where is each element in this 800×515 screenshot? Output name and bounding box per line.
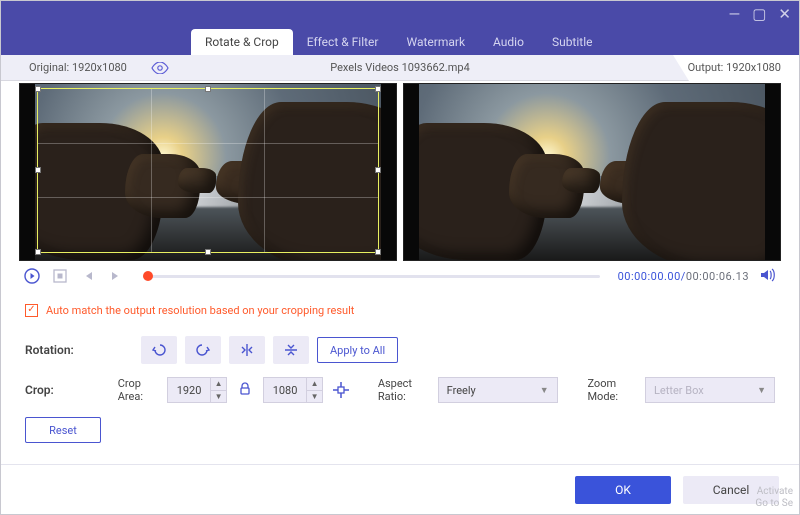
transport-bar: 00:00:00.00/00:00:06.13 — [1, 261, 799, 291]
playback-track[interactable] — [143, 275, 600, 278]
crop-handle[interactable] — [35, 86, 41, 92]
crop-handle[interactable] — [35, 249, 41, 255]
flip-horizontal-button[interactable] — [229, 336, 265, 364]
crop-selection[interactable] — [37, 88, 379, 253]
automatch-checkbox[interactable]: ✓ — [25, 304, 38, 317]
tab-audio[interactable]: Audio — [479, 29, 538, 55]
tab-subtitle[interactable]: Subtitle — [538, 29, 607, 55]
flip-vertical-button[interactable] — [273, 336, 309, 364]
crop-height-stepper[interactable]: ▲▼ — [263, 377, 323, 403]
spin-down-icon[interactable]: ▼ — [307, 391, 322, 403]
window-close-button[interactable]: ✕ — [778, 7, 791, 22]
crop-handle[interactable] — [375, 249, 381, 255]
time-current: 00:00:00.00 — [618, 270, 681, 283]
original-label: Original: — [29, 61, 69, 74]
aspect-ratio-label: Aspect Ratio: — [378, 377, 428, 403]
filename-label: Pexels Videos 1093662.mp4 — [330, 61, 470, 74]
original-resolution: 1920x1080 — [72, 61, 127, 74]
rotate-left-button[interactable] — [141, 336, 177, 364]
tab-watermark[interactable]: Watermark — [392, 29, 479, 55]
controls-panel: ✓ Auto match the output resolution based… — [1, 291, 799, 445]
spin-up-icon[interactable]: ▲ — [307, 378, 322, 391]
crop-handle[interactable] — [375, 86, 381, 92]
title-bar: — ▢ ✕ Rotate & Crop Effect & Filter Wate… — [1, 1, 799, 55]
cancel-button[interactable]: Cancel — [683, 476, 779, 504]
crop-area-label: Crop Area: — [118, 377, 157, 403]
automatch-label: Auto match the output resolution based o… — [46, 304, 354, 317]
crop-handle[interactable] — [375, 167, 381, 173]
crop-width-input[interactable] — [167, 377, 211, 403]
crop-handle[interactable] — [205, 86, 211, 92]
crop-label: Crop: — [25, 383, 80, 397]
output-resolution: 1920x1080 — [726, 61, 781, 74]
rotate-right-button[interactable] — [185, 336, 221, 364]
volume-icon[interactable] — [759, 267, 777, 285]
editor-window: — ▢ ✕ Rotate & Crop Effect & Filter Wate… — [0, 0, 800, 515]
playhead[interactable] — [143, 271, 153, 281]
output-label: Output: — [688, 61, 724, 74]
window-minimize-button[interactable]: — — [729, 7, 741, 22]
output-preview — [403, 83, 781, 261]
zoom-mode-label: Zoom Mode: — [587, 377, 635, 403]
rotation-label: Rotation: — [25, 343, 97, 357]
editor-tabs: Rotate & Crop Effect & Filter Watermark … — [191, 29, 606, 55]
stop-button[interactable] — [51, 267, 69, 285]
window-maximize-button[interactable]: ▢ — [752, 7, 766, 22]
source-preview[interactable] — [19, 83, 397, 261]
preview-area — [1, 81, 799, 261]
crop-height-input[interactable] — [263, 377, 307, 403]
tab-effect-filter[interactable]: Effect & Filter — [293, 29, 393, 55]
tab-rotate-crop[interactable]: Rotate & Crop — [191, 29, 293, 55]
play-button[interactable] — [23, 267, 41, 285]
zoom-mode-select[interactable]: Letter Box ▼ — [645, 377, 775, 403]
spin-down-icon[interactable]: ▼ — [211, 391, 226, 403]
crop-handle[interactable] — [35, 167, 41, 173]
prev-frame-button[interactable] — [79, 267, 97, 285]
apply-to-all-button[interactable]: Apply to All — [317, 337, 398, 363]
aspect-ratio-select[interactable]: Freely ▼ — [438, 377, 558, 403]
lock-aspect-icon[interactable] — [235, 382, 255, 399]
spin-up-icon[interactable]: ▲ — [211, 378, 226, 391]
aspect-ratio-value: Freely — [447, 384, 476, 397]
zoom-mode-value: Letter Box — [654, 384, 704, 397]
crop-width-stepper[interactable]: ▲▼ — [167, 377, 227, 403]
time-duration: 00:00:06.13 — [686, 270, 749, 283]
crop-center-icon[interactable] — [331, 377, 351, 403]
ok-button[interactable]: OK — [575, 476, 671, 504]
reset-button[interactable]: Reset — [25, 417, 101, 443]
chevron-down-icon: ▼ — [757, 385, 766, 396]
dialog-footer: OK Cancel ActivateGo to Se — [1, 464, 799, 514]
chevron-down-icon: ▼ — [540, 385, 549, 396]
next-frame-button[interactable] — [107, 267, 125, 285]
crop-handle[interactable] — [205, 249, 211, 255]
compare-eye-icon[interactable] — [151, 62, 169, 74]
info-strip: Original: 1920x1080 Pexels Videos 109366… — [1, 55, 799, 81]
